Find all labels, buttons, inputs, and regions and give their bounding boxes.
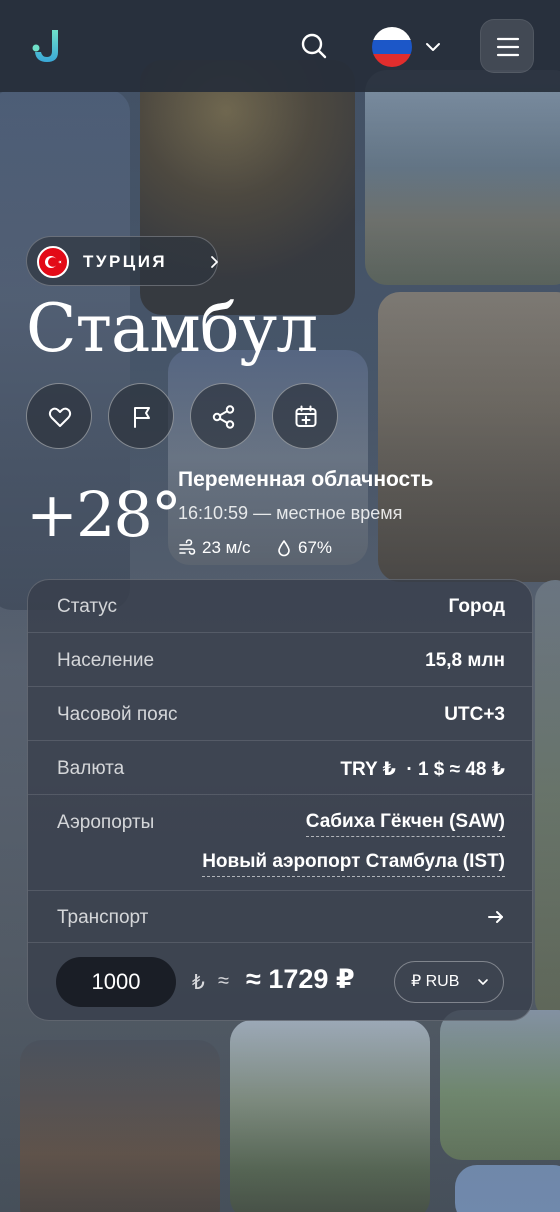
chevron-down-icon <box>478 979 488 985</box>
local-time: 16:10:59 — местное время <box>178 503 403 523</box>
add-to-calendar-button[interactable] <box>272 383 338 449</box>
visited-flag-button[interactable] <box>108 383 174 449</box>
city-info-card: Статус Город Население 15,8 млн Часовой … <box>27 579 533 1021</box>
wind-info: 23 м/с <box>178 538 251 558</box>
calendar-add-icon <box>295 405 317 427</box>
droplet-icon <box>278 540 290 557</box>
info-row-timezone: Часовой пояс UTC+3 <box>28 687 532 741</box>
menu-button[interactable] <box>480 19 534 73</box>
population-value: 15,8 млн <box>425 650 505 671</box>
info-row-status: Статус Город <box>28 580 532 633</box>
arrow-right-icon <box>488 911 503 923</box>
wind-icon <box>179 539 196 555</box>
share-icon <box>212 405 235 429</box>
target-currency-label: ₽ RUB <box>411 973 460 990</box>
lira-symbol: ₺ <box>192 972 205 994</box>
info-row-population: Население 15,8 млн <box>28 633 532 687</box>
heart-icon <box>48 407 72 427</box>
info-row-currency: Валюта TRY ₺ · 1 $ ≈ 48 ₺ <box>28 741 532 795</box>
timezone-label: Часовой пояс <box>57 704 178 725</box>
russia-flag-icon[interactable] <box>372 27 412 67</box>
hamburger-icon <box>496 37 520 57</box>
chevron-down-icon[interactable] <box>423 37 443 57</box>
transport-label: Транспорт <box>57 907 149 928</box>
logo-j-icon[interactable] <box>30 26 64 66</box>
population-label: Население <box>57 650 155 671</box>
approx-sign: ≈ <box>218 970 229 992</box>
info-row-transport[interactable]: Транспорт <box>28 891 532 943</box>
favorite-button[interactable] <box>26 383 92 449</box>
search-icon[interactable] <box>298 30 330 62</box>
share-button[interactable] <box>190 383 256 449</box>
country-name: ТУРЦИЯ <box>83 252 168 271</box>
target-currency-select[interactable]: ₽ RUB <box>394 961 504 1003</box>
city-title: Стамбул <box>26 290 318 367</box>
timezone-value: UTC+3 <box>444 704 505 725</box>
weather-description: Переменная облачность <box>178 468 434 491</box>
wind-speed: 23 м/с <box>202 538 251 557</box>
airport-link-ist[interactable]: Новый аэропорт Стамбула (IST) <box>202 851 505 877</box>
temperature: +28° <box>26 478 182 551</box>
humidity-value: 67% <box>298 538 333 557</box>
status-value: Город <box>448 596 505 617</box>
chevron-right-icon <box>211 256 218 268</box>
info-row-airports: Аэропорты Сабиха Гёкчен (SAW) Новый аэро… <box>28 795 532 891</box>
airport-link-saw[interactable]: Сабиха Гёкчен (SAW) <box>305 811 505 837</box>
converted-amount: ≈ 1729 ₽ <box>246 964 355 994</box>
airports-label: Аэропорты <box>57 812 155 833</box>
status-label: Статус <box>57 596 118 617</box>
turkey-flag-icon <box>37 246 69 278</box>
flag-icon <box>134 407 150 428</box>
currency-label: Валюта <box>57 758 125 779</box>
country-chip[interactable]: ТУРЦИЯ <box>26 236 218 286</box>
amount-input[interactable]: 1000 <box>56 957 176 1007</box>
humidity-info: 67% <box>276 538 332 558</box>
currency-value: TRY ₺ · 1 $ ≈ 48 ₺ <box>340 759 505 780</box>
top-header <box>0 0 560 92</box>
